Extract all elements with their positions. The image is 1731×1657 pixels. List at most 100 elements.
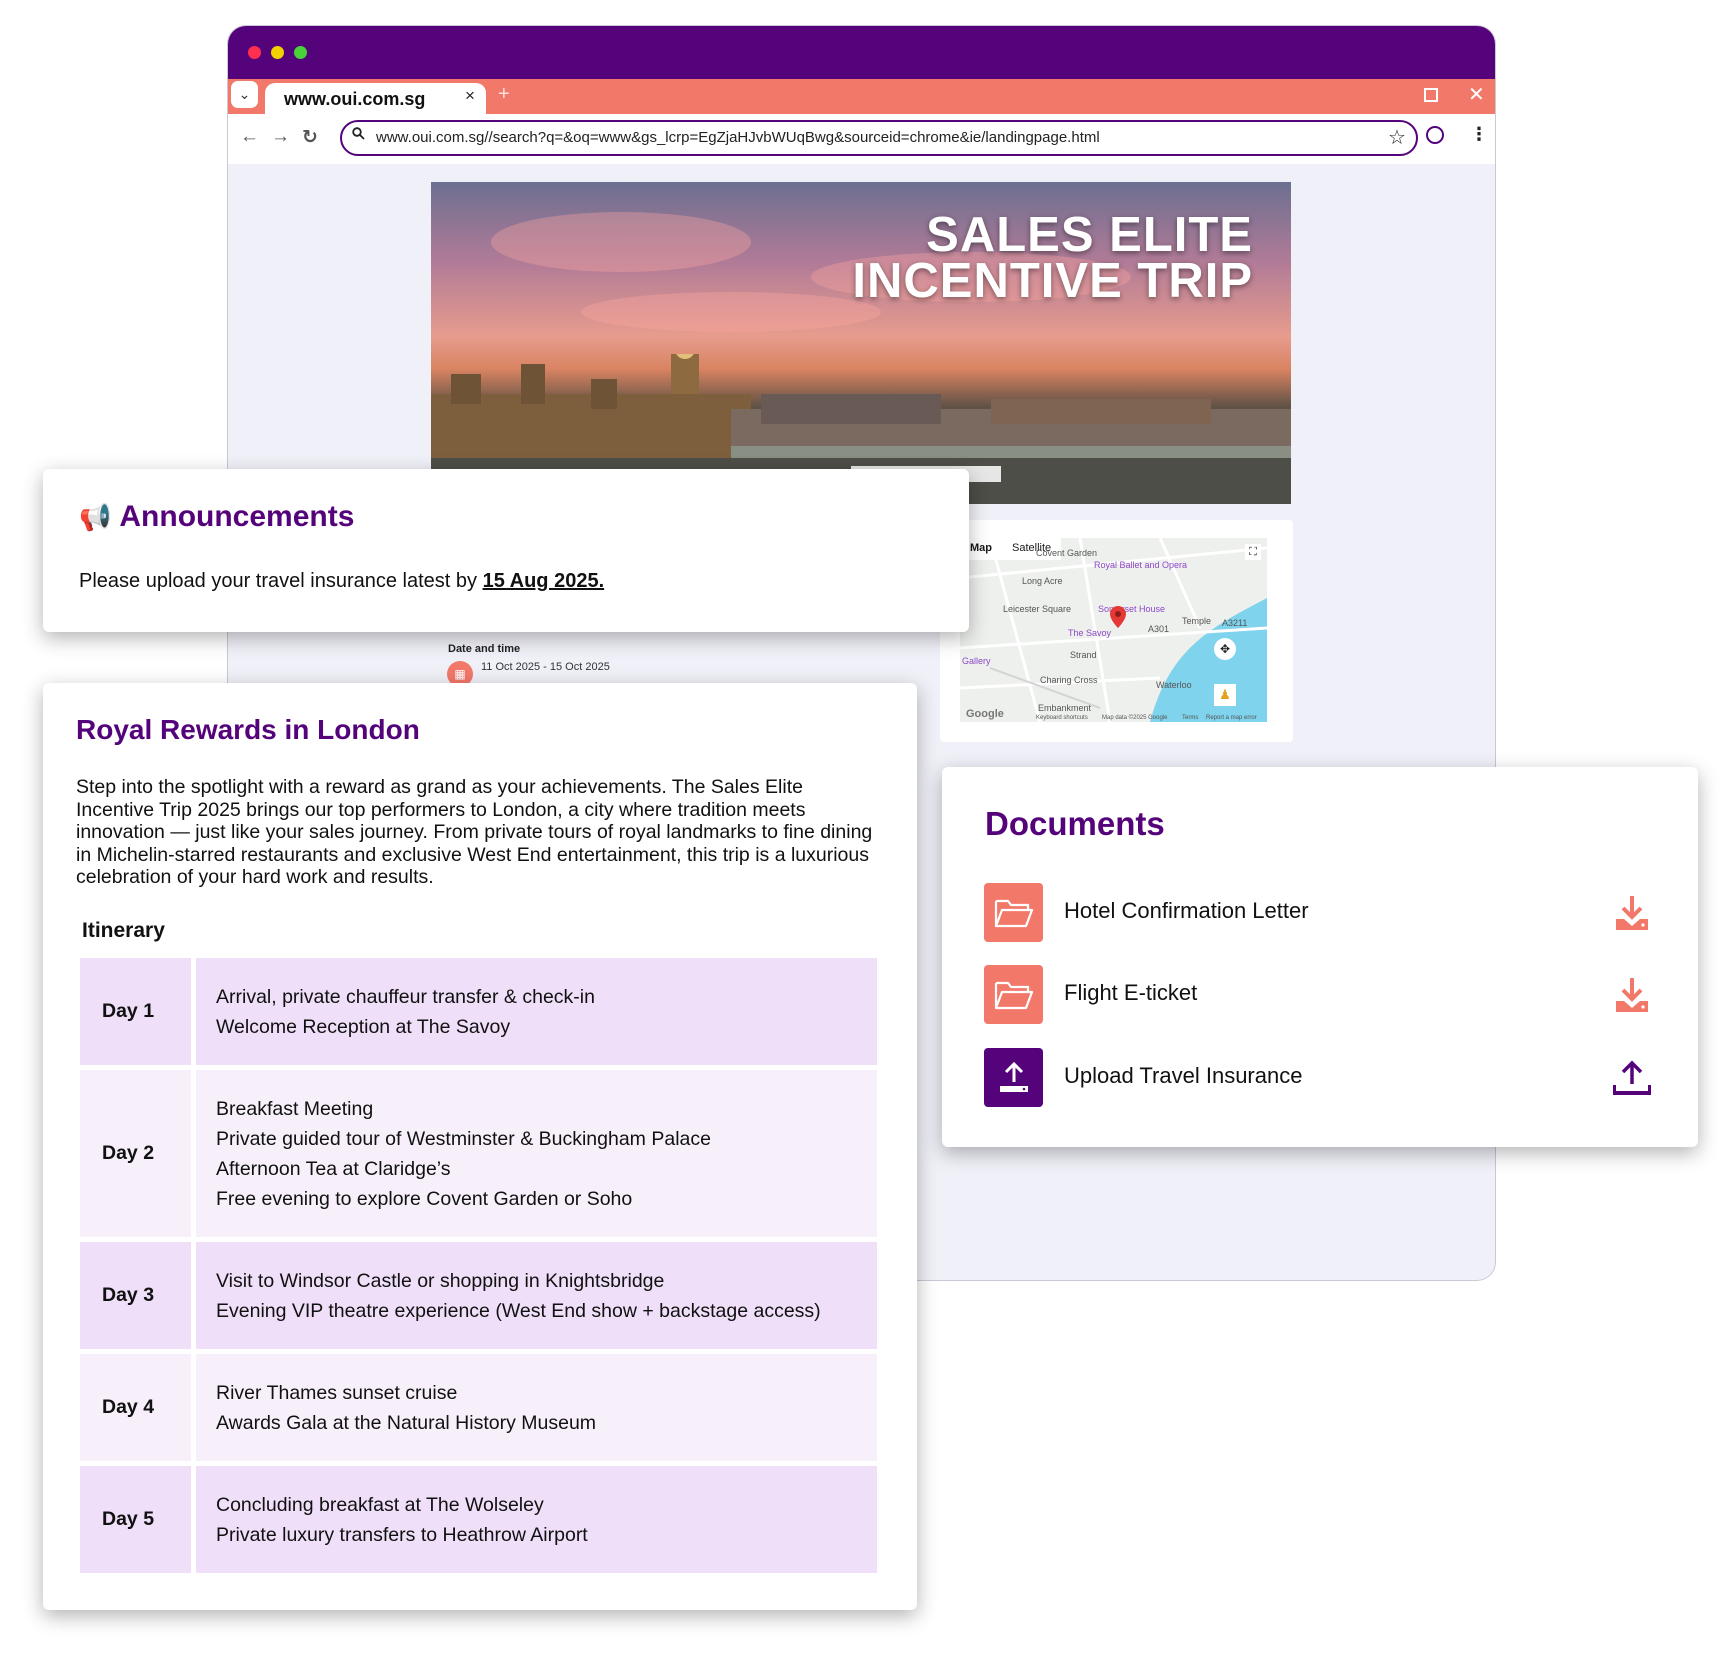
map-label: A3211	[1222, 618, 1248, 628]
map-footer-link[interactable]: Terms	[1182, 715, 1198, 721]
itinerary-row: Day 3 Visit to Windsor Castle or shoppin…	[80, 1242, 877, 1349]
reload-icon[interactable]: ↻	[302, 126, 318, 149]
itinerary-item: Private guided tour of Westminster & Buc…	[216, 1127, 711, 1150]
documents-card: Documents Hotel Confirmation Letter Flig…	[942, 767, 1698, 1147]
itinerary-day: Day 5	[80, 1466, 191, 1573]
map-label: Long Acre	[1022, 576, 1063, 586]
location-map[interactable]: Map Satellite ⛶ Royal Ballet and Opera L…	[940, 520, 1293, 742]
map-label: Embankment	[1038, 703, 1092, 713]
document-item-hotel-confirmation[interactable]: Hotel Confirmation Letter	[984, 883, 1652, 943]
itinerary-item: Visit to Windsor Castle or shopping in K…	[216, 1269, 665, 1292]
fullscreen-icon[interactable]: ⛶	[1245, 544, 1261, 560]
announcement-message: Please upload your travel insurance late…	[79, 570, 604, 593]
document-item-upload-insurance[interactable]: Upload Travel Insurance	[984, 1048, 1652, 1108]
address-bar[interactable]: www.oui.com.sg//search?q=&oq=www&gs_lcrp…	[340, 120, 1418, 156]
itinerary-item: Free evening to explore Covent Garden or…	[216, 1187, 633, 1210]
hero-title: SALES ELITE INCENTIVE TRIP	[852, 208, 1253, 308]
browser-menu-icon[interactable]: ⋮	[1470, 124, 1488, 145]
tab-title: www.oui.com.sg	[284, 89, 426, 109]
itinerary-row: Day 1 Arrival, private chauffeur transfe…	[80, 958, 877, 1065]
close-window-dot[interactable]	[248, 46, 261, 59]
map-footer-text: Map data ©2025 Google	[1102, 715, 1168, 721]
map-label: Waterloo	[1156, 680, 1192, 690]
tab-search-chevron-icon[interactable]: ⌄	[231, 81, 258, 108]
map-footer-link[interactable]: Report a map error	[1206, 715, 1257, 721]
tab-close-icon[interactable]: ×	[465, 86, 475, 106]
window-close-icon[interactable]: ✕	[1468, 82, 1485, 107]
location-pin-icon	[1110, 606, 1126, 628]
map-label: Somerset House	[1098, 604, 1166, 614]
recenter-icon[interactable]: ✥	[1214, 638, 1236, 660]
itinerary-item: River Thames sunset cruise	[216, 1381, 458, 1404]
rewards-description: Step into the spotlight with a reward as…	[76, 776, 873, 888]
itinerary-item: Evening VIP theatre experience (West End…	[216, 1299, 821, 1322]
itinerary-heading: Itinerary	[82, 919, 165, 942]
itinerary-item: Private luxury transfers to Heathrow Air…	[216, 1523, 588, 1546]
date-label: Date and time	[448, 643, 521, 655]
map-label: The Savoy	[1068, 628, 1112, 638]
minimize-window-dot[interactable]	[271, 46, 284, 59]
itinerary-day: Day 2	[80, 1070, 191, 1237]
documents-title: Documents	[985, 805, 1165, 842]
itinerary-row: Day 2 Breakfast Meeting Private guided t…	[80, 1070, 877, 1237]
map-label: Royal Ballet and Opera	[1094, 560, 1188, 570]
map-footer-link[interactable]: Keyboard shortcuts	[1036, 715, 1088, 721]
announcements-card: 📢 Announcements Please upload your trave…	[43, 469, 969, 632]
street-view-icon[interactable]: ♟	[1214, 684, 1236, 706]
itinerary-item: Arrival, private chauffeur transfer & ch…	[216, 985, 595, 1008]
map-label: Temple	[1182, 616, 1212, 626]
title-bar	[228, 26, 1495, 79]
itinerary-detail: Concluding breakfast at The Wolseley Pri…	[196, 1466, 877, 1573]
itinerary-day: Day 4	[80, 1354, 191, 1461]
forward-arrow-icon[interactable]: →	[271, 126, 290, 148]
map-label: Strand	[1070, 650, 1097, 660]
itinerary-detail: Visit to Windsor Castle or shopping in K…	[196, 1242, 877, 1349]
rewards-card: Royal Rewards in London Step into the sp…	[43, 683, 917, 1610]
itinerary-day: Day 1	[80, 958, 191, 1065]
announcements-heading: 📢 Announcements	[79, 500, 354, 534]
url-text: www.oui.com.sg//search?q=&oq=www&gs_lcrp…	[376, 129, 1100, 146]
document-label: Hotel Confirmation Letter	[1064, 898, 1309, 923]
date-value: 11 Oct 2025 - 15 Oct 2025	[481, 661, 610, 673]
new-tab-button[interactable]: +	[498, 83, 510, 106]
hero-banner: SALES ELITE INCENTIVE TRIP	[431, 182, 1291, 504]
search-icon	[352, 127, 365, 144]
itinerary-item: Afternoon Tea at Claridge’s	[216, 1157, 451, 1180]
download-icon[interactable]	[1612, 973, 1652, 1017]
itinerary-row: Day 5 Concluding breakfast at The Wolsel…	[80, 1466, 877, 1573]
itinerary-detail: Arrival, private chauffeur transfer & ch…	[196, 958, 877, 1065]
map-label: Leicester Square	[1003, 604, 1072, 614]
browser-tab[interactable]: www.oui.com.sg ×	[265, 83, 486, 114]
profile-icon[interactable]	[1426, 126, 1444, 144]
download-icon[interactable]	[1612, 891, 1652, 935]
announcement-text: Please upload your travel insurance late…	[79, 570, 483, 592]
google-logo: Google	[966, 708, 1004, 720]
document-item-flight-eticket[interactable]: Flight E-ticket	[984, 965, 1652, 1025]
itinerary-item: Breakfast Meeting	[216, 1097, 374, 1120]
document-label: Upload Travel Insurance	[1064, 1063, 1303, 1088]
map-canvas[interactable]: Map Satellite ⛶ Royal Ballet and Opera L…	[960, 538, 1267, 722]
map-label: Gallery	[962, 656, 991, 666]
itinerary-day: Day 3	[80, 1242, 191, 1349]
megaphone-icon: 📢	[79, 501, 112, 532]
rewards-title: Royal Rewards in London	[76, 714, 420, 745]
window-maximize-icon[interactable]	[1424, 88, 1438, 102]
maximize-window-dot[interactable]	[294, 46, 307, 59]
announcements-title: Announcements	[119, 500, 355, 533]
map-label: A301	[1148, 624, 1170, 634]
itinerary-table: Day 1 Arrival, private chauffeur transfe…	[80, 958, 877, 1578]
folder-open-icon	[984, 965, 1043, 1024]
itinerary-row: Day 4 River Thames sunset cruise Awards …	[80, 1354, 877, 1461]
itinerary-item: Awards Gala at the Natural History Museu…	[216, 1411, 597, 1434]
folder-open-icon	[984, 883, 1043, 942]
announcement-deadline: 15 Aug 2025.	[482, 570, 605, 592]
document-label: Flight E-ticket	[1064, 980, 1198, 1005]
upload-icon[interactable]	[1612, 1056, 1652, 1100]
upload-icon	[984, 1048, 1043, 1107]
itinerary-item: Welcome Reception at The Savoy	[216, 1015, 511, 1038]
itinerary-item: Concluding breakfast at The Wolseley	[216, 1493, 544, 1516]
bookmark-star-icon[interactable]: ☆	[1388, 125, 1406, 150]
back-arrow-icon[interactable]: ←	[240, 126, 259, 148]
map-label: Charing Cross	[1040, 675, 1098, 685]
itinerary-detail: Breakfast Meeting Private guided tour of…	[196, 1070, 877, 1237]
